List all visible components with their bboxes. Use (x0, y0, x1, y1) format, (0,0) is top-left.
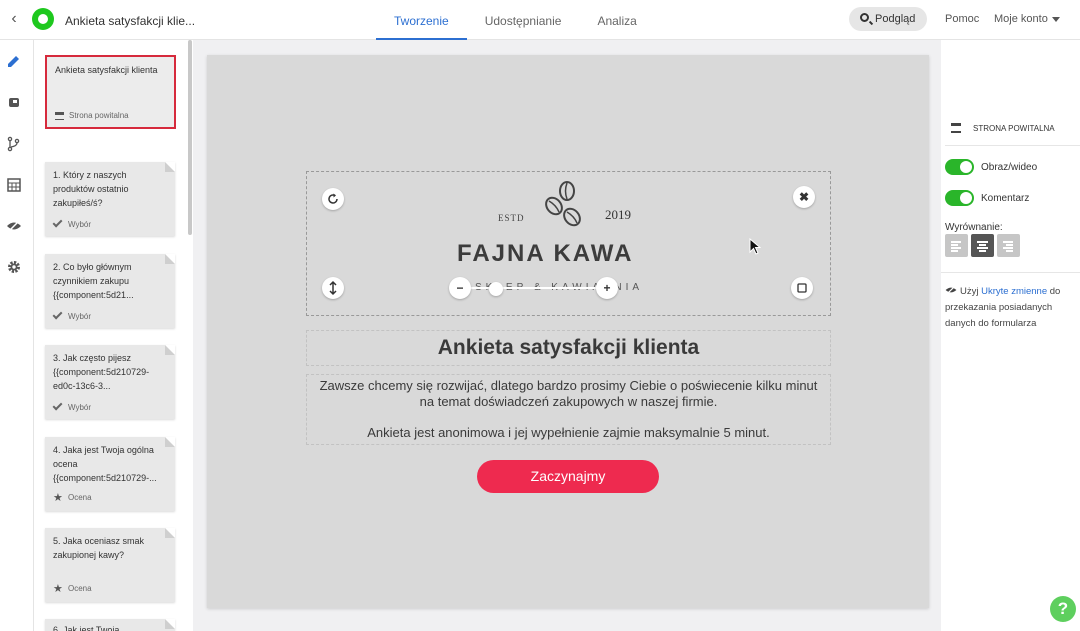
zoom-out-button[interactable]: − (449, 277, 471, 299)
comment-toggle[interactable] (945, 190, 974, 206)
image-video-toggle[interactable] (945, 159, 974, 175)
main-tabs: Tworzenie Udostępnianie Analiza (376, 0, 655, 40)
page-icon (55, 111, 64, 120)
back-chevron-icon[interactable]: ‹ (6, 10, 22, 28)
account-label: Moje konto (994, 13, 1048, 25)
page-card-title: 4. Jaka jest Twoja ogólna ocena {{compon… (53, 445, 157, 483)
hidden-variables-hint: Użyj Ukryte zmienne do przekazania posia… (945, 285, 1061, 329)
card-fold (165, 162, 175, 172)
page-card-type: ★ Ocena (53, 492, 92, 504)
help-link[interactable]: Pomoc (945, 13, 979, 25)
vertical-arrows-icon (329, 280, 337, 296)
branch-icon[interactable] (4, 134, 24, 154)
minus-icon: − (456, 281, 464, 295)
close-icon: ✖ (798, 190, 810, 204)
tab-analiza[interactable]: Analiza (579, 0, 654, 40)
replace-image-button[interactable] (322, 188, 344, 210)
card-fold (165, 528, 175, 538)
logo-brand: FAJNA KAWA (457, 240, 634, 267)
check-icon (52, 217, 63, 228)
card-fold (165, 254, 175, 264)
zoom-in-button[interactable]: + (596, 277, 618, 299)
palette-icon[interactable] (4, 93, 24, 113)
card-fold (165, 345, 175, 355)
pages-scrollbar[interactable] (188, 40, 192, 235)
page-card-title: 1. Który z naszych produktów ostatnio za… (53, 170, 129, 208)
page-card-question-4[interactable]: 4. Jaka jest Twoja ogólna ocena {{compon… (45, 437, 175, 511)
left-rail (0, 40, 34, 631)
document-title[interactable]: Ankieta satysfakcji klie... (65, 14, 195, 28)
hidden-eye-icon[interactable] (4, 216, 24, 236)
preview-label: Podgląd (875, 13, 916, 25)
star-icon: ★ (53, 583, 63, 595)
tab-udostepnianie[interactable]: Udostępnianie (467, 0, 580, 40)
survey-description[interactable]: Zawsze chcemy się rozwijać, dlatego bard… (316, 378, 821, 410)
page-icon (951, 123, 961, 133)
zoom-slider-handle[interactable] (488, 282, 503, 296)
page-card-type: Wybór (52, 400, 91, 412)
coffee-beans-logo-icon (545, 181, 581, 227)
properties-section-label: STRONA POWITALNA (973, 124, 1055, 133)
properties-divider (941, 272, 1080, 273)
page-card-title: Ankieta satysfakcji klienta (55, 65, 158, 75)
top-bar: ‹ Ankieta satysfakcji klie... Tworzenie … (0, 0, 1080, 40)
card-fold (165, 619, 175, 629)
help-question-icon[interactable]: ? (1050, 596, 1076, 622)
account-menu[interactable]: Moje konto (994, 13, 1060, 25)
hidden-eye-icon (945, 285, 957, 295)
logo-year: 2019 (605, 207, 631, 222)
caret-down-icon (1051, 16, 1060, 22)
fit-image-button[interactable] (791, 277, 813, 299)
preview-button[interactable]: Podgląd (849, 7, 927, 31)
align-right-button[interactable] (997, 234, 1020, 257)
plus-icon: + (603, 281, 611, 295)
page-card-title: 2. Co było głównym czynnikiem zakupu {{c… (53, 262, 134, 300)
align-center-button[interactable] (971, 234, 994, 257)
remove-image-button[interactable]: ✖ (793, 186, 815, 208)
app-logo-icon[interactable] (32, 8, 54, 30)
resize-height-button[interactable] (322, 277, 344, 299)
page-card-type: ★ Ocena (53, 583, 92, 595)
survey-title[interactable]: Ankieta satysfakcji klienta (306, 336, 831, 360)
square-icon (797, 283, 807, 293)
page-card-type: Wybór (52, 217, 91, 229)
page-card-question-2[interactable]: 2. Co było głównym czynnikiem zakupu {{c… (45, 254, 175, 328)
properties-header: STRONA POWITALNA (945, 116, 1080, 146)
page-card-question-3[interactable]: 3. Jak często pijesz {{component:5d21072… (45, 345, 175, 419)
page-card-question-5[interactable]: 5. Jaka oceniasz smak zakupionej kawy? ★… (45, 528, 175, 602)
star-icon: ★ (53, 492, 63, 504)
image-video-label: Obraz/wideo (981, 162, 1038, 173)
check-icon (52, 400, 63, 411)
page-card-title: 3. Jak często pijesz {{component:5d21072… (53, 353, 150, 391)
tab-tworzenie[interactable]: Tworzenie (376, 0, 467, 40)
pencil-icon[interactable] (4, 52, 24, 72)
align-left-button[interactable] (945, 234, 968, 257)
page-card-type: Strona powitalna (55, 111, 129, 120)
logo-estd: ESTD (498, 213, 525, 223)
survey-note[interactable]: Ankieta jest anonimowa i jej wypełnienie… (316, 425, 821, 440)
mouse-cursor-icon (749, 238, 761, 255)
check-icon (52, 309, 63, 320)
alignment-label: Wyrównanie: (945, 222, 1003, 233)
gear-icon[interactable] (4, 257, 24, 277)
refresh-icon (328, 193, 338, 204)
page-card-welcome[interactable]: Ankieta satysfakcji klienta Strona powit… (45, 55, 176, 129)
hidden-variables-link[interactable]: Ukryte zmienne (981, 286, 1047, 297)
page-card-question-1[interactable]: 1. Który z naszych produktów ostatnio za… (45, 162, 175, 236)
search-icon (860, 13, 869, 22)
page-card-title: 6. Jak jest Twoja (53, 625, 120, 631)
card-fold (165, 437, 175, 447)
calculator-icon[interactable] (4, 175, 24, 195)
page-card-type: Wybór (52, 309, 91, 321)
start-button[interactable]: Zaczynajmy (477, 460, 659, 493)
page-card-question-6[interactable]: 6. Jak jest Twoja (45, 619, 175, 631)
page-card-title: 5. Jaka oceniasz smak zakupionej kawy? (53, 536, 145, 560)
comment-label: Komentarz (981, 193, 1030, 204)
